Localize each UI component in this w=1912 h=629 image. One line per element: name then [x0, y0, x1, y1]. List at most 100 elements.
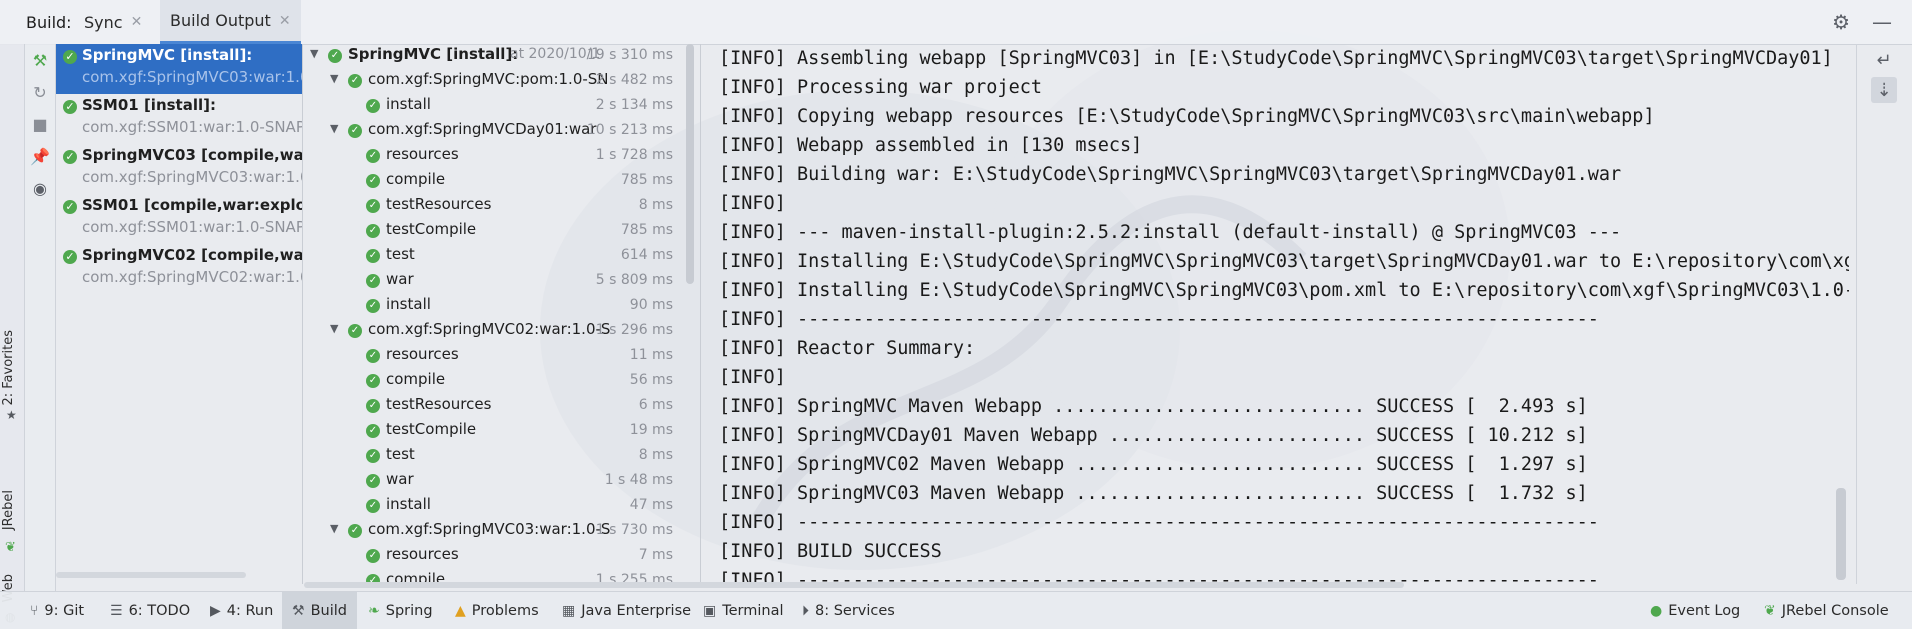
success-check-icon: ✓ [366, 149, 380, 163]
tree-row-time: 5 s 809 ms [595, 272, 673, 288]
tab-sync[interactable]: Sync ✕ [84, 0, 142, 44]
success-check-icon: ✓ [366, 499, 380, 513]
rerun-icon[interactable]: ↻ [30, 82, 50, 102]
minimize-icon[interactable]: — [1872, 10, 1892, 34]
expand-arrow-icon[interactable]: ▼ [330, 122, 338, 135]
soft-wrap-icon[interactable]: ↵ [1871, 47, 1897, 73]
stop-icon[interactable]: ■ [30, 114, 50, 134]
tab-build-output[interactable]: Build Output ✕ [160, 0, 301, 44]
bottom-tab-spring[interactable]: ❧ Spring [368, 592, 433, 629]
bottom-tab-label: Java Enterprise [581, 602, 692, 619]
bottom-tab-problems[interactable]: ▲ Problems [455, 592, 539, 629]
success-check-icon: ✓ [366, 224, 380, 238]
tree-row-phase[interactable]: ✓ war 1 s 48 ms [304, 469, 684, 493]
tree-row-label: test [386, 445, 415, 463]
tree-row-phase[interactable]: ✓ testResources 8 ms [304, 194, 684, 218]
tree-row-root[interactable]: ▼ ✓ SpringMVC [install]: at 2020/10/1 19… [304, 44, 684, 68]
build-item[interactable]: ✓ SpringMVC02 [compile,war:ex com.xgf:Sp… [56, 244, 302, 294]
gear-icon[interactable]: ⚙ [1832, 10, 1850, 34]
jrebel-tool-button[interactable]: JRebel [1, 490, 16, 530]
tree-row-time: 6 ms [638, 397, 673, 413]
tree-row-time: 2 s 482 ms [595, 72, 673, 88]
tree-row-phase[interactable]: ✓ install 2 s 134 ms [304, 94, 684, 118]
tree-row-phase[interactable]: ✓ compile 56 ms [304, 369, 684, 393]
success-check-icon: ✓ [366, 349, 380, 363]
tree-row-label: install [386, 95, 431, 113]
build-item[interactable]: ✓ SpringMVC03 [compile,war:ex com.xgf:Sp… [56, 144, 302, 194]
bottom-tab-todo[interactable]: ☰ 6: TODO [110, 592, 190, 629]
tree-row-phase[interactable]: ✓ test 614 ms [304, 244, 684, 268]
bottom-tab-terminal[interactable]: ▣ Terminal [703, 592, 784, 629]
expand-arrow-icon[interactable]: ▼ [330, 322, 338, 335]
todo-icon: ☰ [110, 602, 123, 619]
build-item[interactable]: ✓ SpringMVC [install]: com.xgf:SpringMVC… [56, 44, 302, 94]
tree-row-phase[interactable]: ✓ testCompile 19 ms [304, 419, 684, 443]
expand-arrow-icon[interactable]: ▼ [330, 72, 338, 85]
tree-row-phase[interactable]: ✓ testResources 6 ms [304, 394, 684, 418]
run-icon: ▶ [210, 602, 221, 619]
tree-row-phase[interactable]: ✓ war 5 s 809 ms [304, 269, 684, 293]
tree-row-label: compile [386, 370, 446, 388]
tree-row-module[interactable]: ▼ ✓ com.xgf:SpringMVCDay01:war 10 s 213 ms [304, 119, 684, 143]
build-item[interactable]: ✓ SSM01 [compile,war:exploded com.xgf:SS… [56, 194, 302, 244]
tree-row-label: install [386, 295, 431, 313]
bottom-tab-run[interactable]: ▶ 4: Run [210, 592, 273, 629]
bottom-tab-java-enterprise[interactable]: ▦ Java Enterprise [562, 592, 691, 629]
bottom-tab-jrebel-console[interactable]: ❦ JRebel Console [1764, 592, 1889, 629]
console-output[interactable]: [INFO] Assembling webapp [SpringMVC03] i… [700, 44, 1849, 584]
tree-row-time: 47 ms [629, 497, 673, 513]
success-check-icon: ✓ [348, 124, 362, 138]
success-check-icon: ✓ [366, 374, 380, 388]
build-tool-window-header: Build: Sync ✕ Build Output ✕ ⚙ — [0, 0, 1912, 45]
close-icon[interactable]: ✕ [279, 13, 291, 29]
tree-root-label: SpringMVC [install]: [348, 45, 519, 63]
tree-row-label: testCompile [386, 420, 477, 438]
build-item-title: SSM01 [compile,war:exploded [82, 196, 302, 214]
success-check-icon: ✓ [348, 524, 362, 538]
tree-row-phase[interactable]: ✓ compile 785 ms [304, 169, 684, 193]
console-vertical-scrollbar[interactable] [1836, 488, 1846, 580]
tree-row-phase[interactable]: ✓ test 8 ms [304, 444, 684, 468]
hammer-icon[interactable]: ⚒ [30, 50, 50, 70]
expand-arrow-icon[interactable]: ▼ [310, 47, 318, 60]
tree-row-label: testResources [386, 395, 492, 413]
bottom-tab-build[interactable]: ⚒ Build [282, 592, 357, 629]
pin-icon[interactable]: 📌 [30, 146, 50, 166]
horizontal-scrollbar[interactable] [304, 582, 1404, 588]
bottom-tab-services[interactable]: ⏵ 8: Services [802, 592, 895, 629]
tree-row-phase[interactable]: ✓ resources 7 ms [304, 544, 684, 568]
tree-row-phase[interactable]: ✓ resources 11 ms [304, 344, 684, 368]
builds-horizontal-scrollbar[interactable] [56, 572, 246, 578]
build-item[interactable]: ✓ SSM01 [install]: com.xgf:SSM01:war:1.0… [56, 94, 302, 144]
tree-row-phase[interactable]: ✓ testCompile 785 ms [304, 219, 684, 243]
tree-row-time: 1 s 730 ms [595, 522, 673, 538]
tree-root-time: 19 s 310 ms [586, 47, 673, 63]
console-line: [INFO] SpringMVC02 Maven Webapp ........… [719, 454, 1588, 475]
tree-row-module[interactable]: ▼ ✓ com.xgf:SpringMVC02:war:1.0-S 1 s 296 m… [304, 319, 684, 343]
favorites-tool-button[interactable]: 2: Favorites [1, 330, 16, 406]
services-icon: ⏵ [802, 602, 809, 619]
success-check-icon: ✓ [63, 150, 77, 164]
tree-row-phase[interactable]: ✓ install 90 ms [304, 294, 684, 318]
bottom-tab-event-log[interactable]: ● Event Log [1650, 592, 1740, 629]
tree-row-time: 785 ms [620, 172, 673, 188]
tree-row-time: 1 s 728 ms [595, 147, 673, 163]
bottom-tab-label: Event Log [1668, 602, 1741, 619]
scroll-to-end-icon[interactable]: ⇣ [1871, 77, 1897, 103]
tree-row-phase[interactable]: ✓ resources 1 s 728 ms [304, 144, 684, 168]
console-line: [INFO] SpringMVCDay01 Maven Webapp .....… [719, 425, 1588, 446]
close-icon[interactable]: ✕ [131, 14, 143, 30]
tree-row-time: 56 ms [629, 372, 673, 388]
header-actions: ⚙ — [1832, 10, 1892, 34]
tree-row-phase[interactable]: ✓ install 47 ms [304, 494, 684, 518]
bottom-tab-label: Problems [471, 602, 539, 619]
tree-row-module[interactable]: ▼ ✓ com.xgf:SpringMVC:pom:1.0-SN 2 s 482 ms [304, 69, 684, 93]
hammer-icon: ⚒ [292, 602, 305, 619]
java-enterprise-icon: ▦ [562, 602, 576, 619]
bottom-tab-git[interactable]: ⑂ 9: Git [30, 592, 84, 629]
expand-arrow-icon[interactable]: ▼ [330, 522, 338, 535]
tree-vertical-scrollbar[interactable] [686, 44, 694, 284]
eye-icon[interactable]: ◉ [30, 178, 50, 198]
console-line: [INFO] Reactor Summary: [719, 338, 976, 359]
tree-row-module[interactable]: ▼ ✓ com.xgf:SpringMVC03:war:1.0-S 1 s 730 m… [304, 519, 684, 543]
